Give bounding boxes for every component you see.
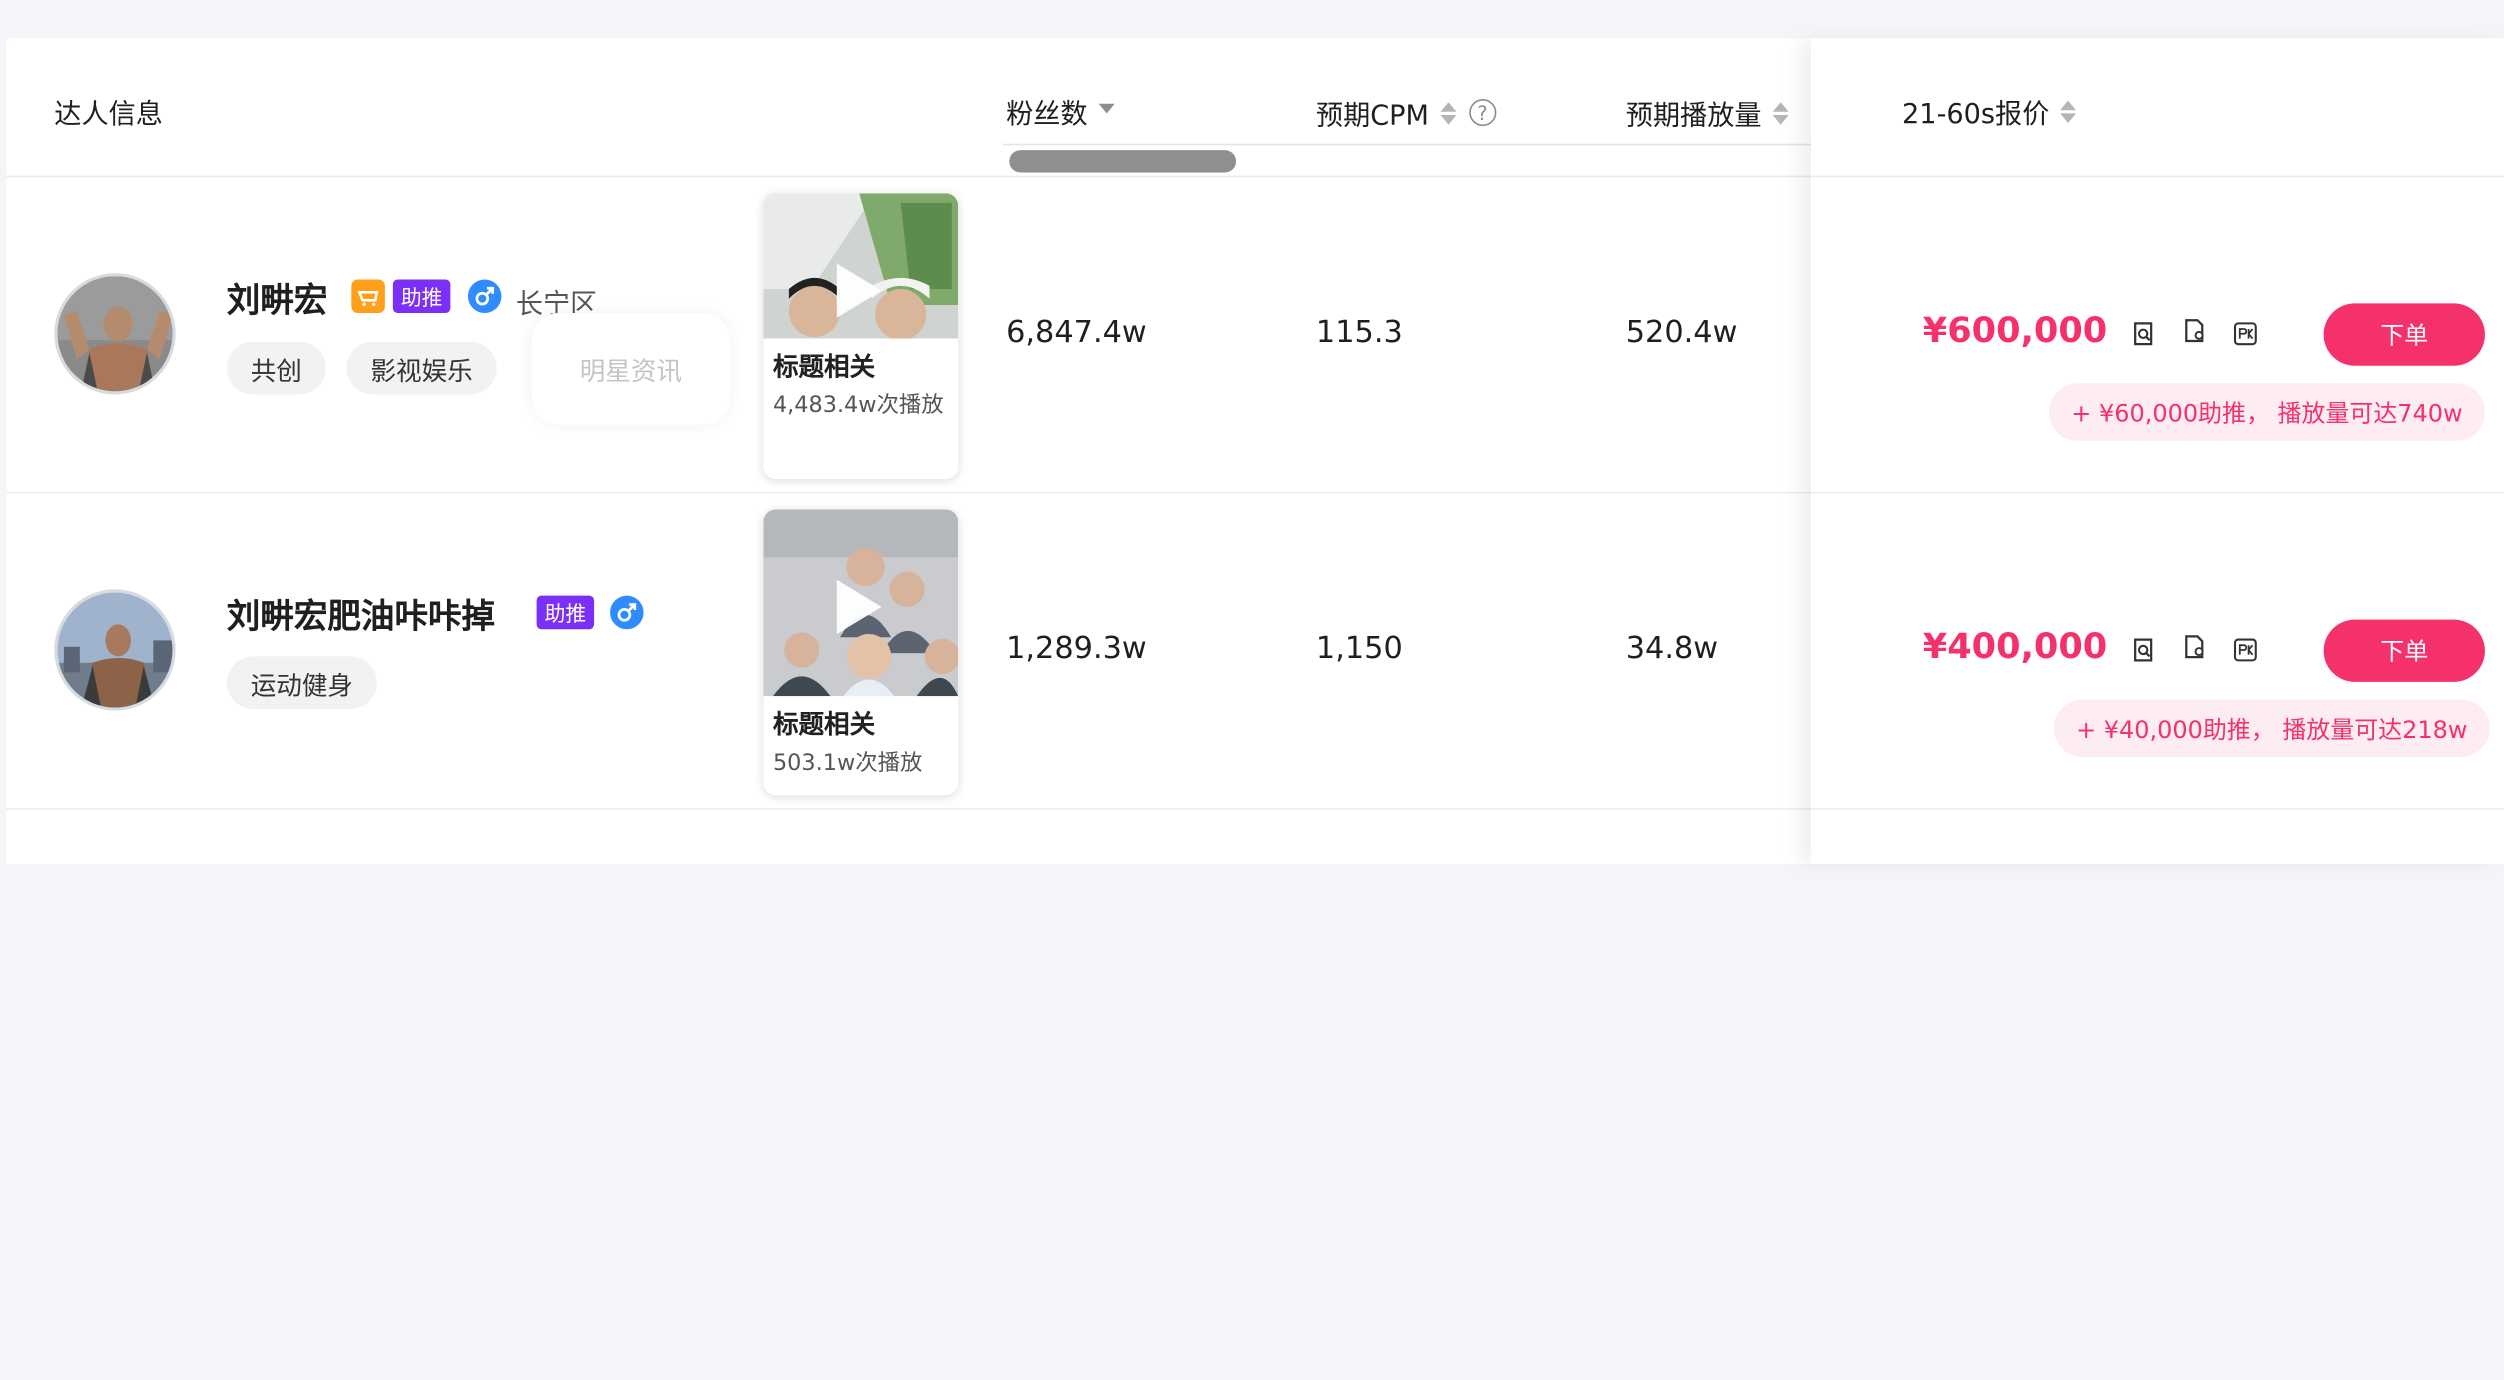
document-icon[interactable] — [2182, 634, 2208, 660]
influencer-name[interactable]: 刘畊宏肥油咔咔掉 — [227, 591, 495, 639]
video-card[interactable]: 标题相关 4,483.4w次播放 — [763, 193, 959, 480]
plays-value: 520.4w — [1625, 314, 1738, 350]
video-card[interactable]: 标题相关 503.1w次播放 — [763, 509, 959, 796]
sort-icon[interactable] — [1772, 101, 1789, 124]
header-cpm[interactable]: 预期CPM ? — [1315, 93, 1497, 133]
video-title: 标题相关 — [772, 709, 876, 740]
play-icon[interactable] — [836, 263, 882, 318]
row-divider — [6, 808, 1811, 810]
horizontal-scrollbar[interactable] — [1009, 150, 1237, 173]
order-button[interactable]: 下单 — [2323, 303, 2485, 366]
header-influencer-info: 达人信息 — [54, 91, 163, 131]
boost-badge: 助推 — [536, 595, 595, 630]
avatar[interactable] — [54, 273, 176, 395]
header-divider — [1810, 175, 2504, 178]
price: ¥400,000 — [1922, 627, 2108, 668]
video-thumbnail — [763, 509, 959, 697]
boost-note[interactable]: + ¥60,000助推， 播放量可达740w — [2048, 383, 2486, 441]
video-thumbnail — [763, 193, 959, 339]
preview-icon[interactable] — [2130, 637, 2156, 663]
row-divider — [1810, 491, 2504, 494]
male-icon — [467, 279, 502, 314]
tag[interactable]: 影视娱乐 — [346, 341, 497, 395]
stage: 达人信息 粉丝数 预期CPM ? 预期播放量 刘畊宏 助推 长宁区 共创 影视娱… — [0, 0, 2504, 1380]
sort-desc-icon[interactable] — [1098, 103, 1115, 113]
cpm-value: 115.3 — [1315, 314, 1403, 350]
row-divider — [6, 491, 1811, 494]
price: ¥600,000 — [1922, 311, 2108, 352]
boost-note[interactable]: + ¥40,000助推， 播放量可达218w — [2053, 699, 2490, 757]
preview-icon[interactable] — [2130, 321, 2156, 347]
cpm-value: 1,150 — [1315, 630, 1403, 666]
header-plays-label: 预期播放量 — [1625, 100, 1762, 133]
header-influencer-info-label: 达人信息 — [54, 99, 163, 131]
tag-overflow-popover[interactable]: 明星资讯 — [531, 313, 730, 425]
document-icon[interactable] — [2182, 318, 2208, 344]
tag[interactable]: 运动健身 — [226, 656, 377, 710]
header-price[interactable]: 21-60s报价 — [1902, 91, 2077, 131]
shop-icon — [351, 279, 385, 314]
help-icon[interactable]: ? — [1468, 99, 1497, 127]
header-price-label: 21-60s报价 — [1902, 99, 2050, 131]
sort-icon[interactable] — [1440, 101, 1457, 124]
tag: 明星资讯 — [579, 356, 682, 387]
header-fans[interactable]: 粉丝数 — [1006, 91, 1115, 131]
male-icon — [610, 595, 644, 630]
fans-count: 1,289.3w — [1006, 630, 1147, 666]
scroll-track — [1002, 143, 1811, 146]
header-fans-label: 粉丝数 — [1006, 99, 1088, 131]
avatar[interactable] — [54, 589, 176, 711]
plays-value: 34.8w — [1625, 630, 1719, 666]
influencer-name[interactable]: 刘畊宏 — [227, 275, 328, 323]
play-icon[interactable] — [836, 579, 882, 635]
tag[interactable]: 共创 — [226, 341, 326, 395]
video-play-count: 503.1w次播放 — [772, 750, 923, 777]
row-divider — [1810, 808, 2504, 810]
order-button[interactable]: 下单 — [2323, 619, 2485, 682]
boost-badge: 助推 — [392, 279, 451, 314]
video-title: 标题相关 — [772, 351, 876, 382]
fans-count: 6,847.4w — [1006, 314, 1147, 350]
sort-icon[interactable] — [2060, 99, 2077, 123]
pk-icon[interactable] — [2233, 321, 2259, 347]
video-play-count: 4,483.4w次播放 — [772, 392, 944, 419]
table-header — [6, 38, 1811, 178]
pk-icon[interactable] — [2233, 637, 2259, 663]
header-cpm-label: 预期CPM — [1315, 100, 1429, 133]
header-plays[interactable]: 预期播放量 — [1626, 93, 1789, 133]
